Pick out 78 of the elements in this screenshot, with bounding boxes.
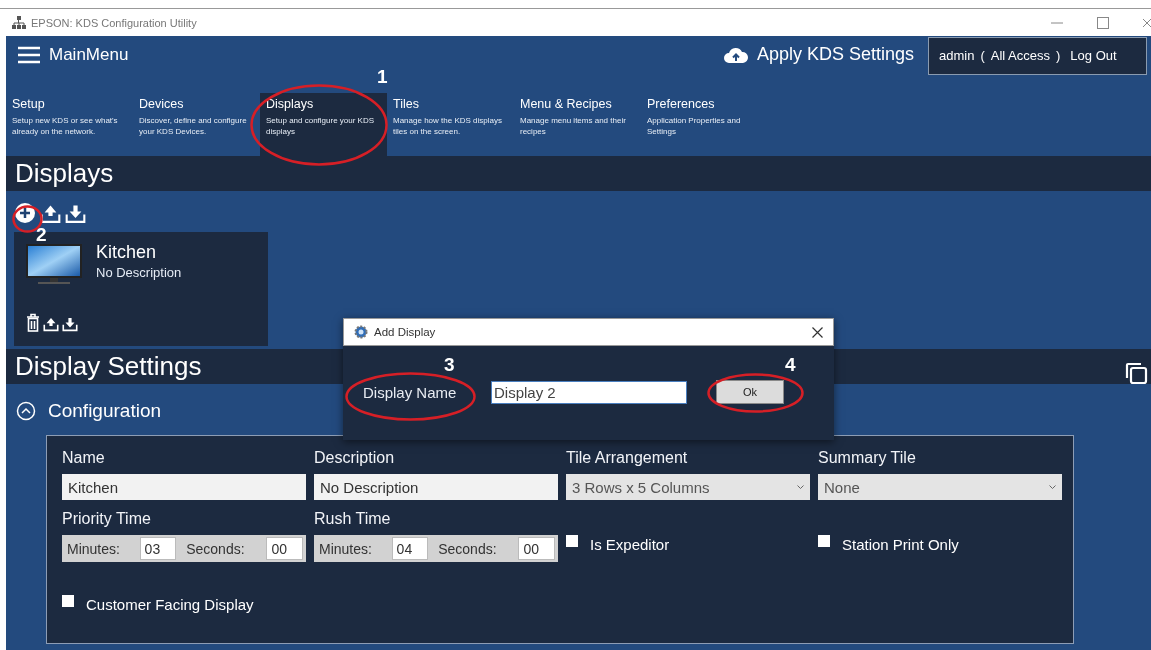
tab-title: Tiles	[393, 97, 420, 111]
tab-description: Discover, define and configure your KDS Devices.	[139, 115, 248, 137]
seconds-field[interactable]: 00	[266, 537, 303, 560]
window-title: EPSON: KDS Configuration Utility	[31, 16, 198, 29]
dialog-title: Add Display	[374, 326, 437, 338]
text-field[interactable]: No Description	[314, 474, 558, 500]
field-label: Rush Time	[314, 510, 392, 528]
nav-tab[interactable]: Menu & Recipes Manage menu items and their recipes	[514, 93, 641, 156]
dropdown-field[interactable]: None	[818, 474, 1062, 500]
minutes-label: Minutes:	[66, 540, 121, 557]
minutes-field[interactable]: 04	[391, 537, 429, 560]
tab-description: Application Properties and Settings	[647, 115, 742, 137]
apply-settings-link[interactable]: Apply KDS Settings	[756, 44, 914, 65]
tab-description: Manage menu items and their recipes	[520, 115, 627, 137]
configuration-heading[interactable]: Configuration	[48, 400, 162, 422]
upload-icon[interactable]	[43, 316, 59, 332]
download-icon[interactable]	[62, 316, 78, 332]
seconds-label: Seconds:	[437, 540, 498, 557]
step-number: 4	[785, 354, 796, 376]
network-icon	[12, 16, 26, 29]
nav-tab[interactable]: Displays Setup and configure your KDS displays	[260, 93, 387, 156]
menu-icon[interactable]	[18, 45, 40, 64]
nav-tab[interactable]: Preferences Application Properties and Settings	[641, 93, 768, 156]
trash-icon[interactable]	[26, 313, 40, 332]
logout-link[interactable]: Log Out	[1070, 48, 1117, 63]
tab-title: Menu & Recipes	[520, 97, 613, 111]
add-icon[interactable]	[14, 202, 36, 224]
maximize-icon[interactable]	[1097, 16, 1109, 29]
paren-text: )	[1056, 48, 1061, 63]
dropdown-value: 3 Rows x 5 Columns	[572, 478, 710, 496]
gear-icon	[354, 325, 368, 339]
display-name-field[interactable]: Display 2	[491, 380, 687, 404]
checkbox-label: Customer Facing Display	[86, 596, 254, 613]
paren-text: (	[980, 48, 985, 63]
chevron-down-icon	[797, 484, 804, 490]
chevron-down-icon	[1049, 484, 1056, 490]
main-menu-label[interactable]: MainMenu	[49, 44, 129, 65]
checkbox[interactable]	[62, 595, 74, 607]
checkbox[interactable]	[566, 535, 578, 547]
checkbox-label: Station Print Only	[842, 536, 959, 553]
section-heading: Displays	[15, 157, 114, 189]
access-level: All Access	[990, 48, 1050, 63]
ok-button[interactable]: Ok	[716, 380, 784, 404]
minutes-field[interactable]: 03	[139, 537, 177, 560]
field-label: Summary Tile	[818, 449, 917, 467]
step-number: 1	[377, 66, 388, 88]
checkbox-label: Is Expeditor	[590, 536, 670, 553]
nav-tab[interactable]: Setup Setup new KDS or see what's already on the network.	[6, 93, 133, 156]
dropdown-field[interactable]: 3 Rows x 5 Columns	[566, 474, 810, 500]
tab-description: Setup and configure your KDS displays	[266, 115, 376, 137]
tab-title: Devices	[139, 97, 185, 111]
display-description: No Description	[96, 265, 183, 280]
seconds-field[interactable]: 00	[518, 537, 555, 560]
nav-tab[interactable]: Tiles Manage how the KDS displays tiles on the screen.	[387, 93, 514, 156]
chevron-circle-icon[interactable]	[16, 401, 36, 421]
field-label: Description	[314, 449, 396, 467]
nav-tab[interactable]: Devices Discover, define and configure your KDS Devices.	[133, 93, 260, 156]
tab-title: Setup	[12, 97, 46, 111]
step-number: 3	[444, 354, 455, 376]
close-icon[interactable]	[812, 326, 823, 338]
field-label: Name	[62, 449, 106, 467]
user-name: admin	[939, 48, 975, 63]
cloud-upload-icon[interactable]	[722, 45, 749, 64]
display-name: Kitchen	[96, 242, 158, 263]
field-label: Priority Time	[62, 510, 152, 528]
field-label: Tile Arrangement	[566, 449, 689, 467]
seconds-label: Seconds:	[185, 540, 246, 557]
tab-description: Setup new KDS or see what's already on the network.	[12, 115, 119, 137]
field-label: Display Name	[363, 383, 458, 401]
minutes-label: Minutes:	[318, 540, 373, 557]
tab-title: Displays	[266, 97, 315, 111]
dropdown-value: None	[824, 478, 860, 496]
tab-description: Manage how the KDS displays tiles on the screen.	[393, 115, 503, 137]
section-heading: Display Settings	[15, 350, 202, 382]
checkbox[interactable]	[818, 535, 830, 547]
tab-title: Preferences	[647, 97, 716, 111]
text-field[interactable]: Kitchen	[62, 474, 306, 500]
copy-icon[interactable]	[1124, 361, 1148, 385]
